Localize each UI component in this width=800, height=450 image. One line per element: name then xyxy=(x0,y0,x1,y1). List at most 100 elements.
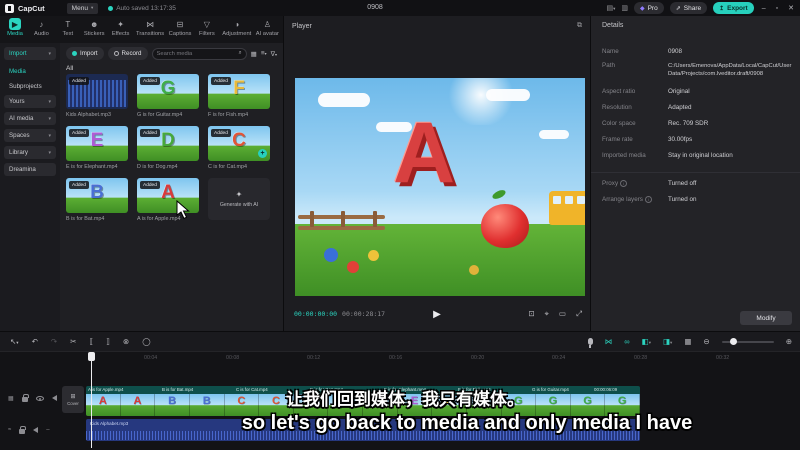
added-badge: Added xyxy=(69,129,89,137)
tab-stickers[interactable]: ☻ Stickers xyxy=(83,18,105,43)
school-bus xyxy=(549,191,585,226)
close-button[interactable]: ✕ xyxy=(786,4,796,12)
panel-toggle-icon[interactable]: ▥ xyxy=(621,4,628,12)
added-badge: Added xyxy=(140,129,160,137)
titlebar: CapCut Menu ▾ Auto saved 13:17:35 0908 ▤… xyxy=(0,0,800,16)
sidebar-item-yours[interactable]: Yours ▾ xyxy=(4,95,56,108)
maximize-button[interactable]: ▫ xyxy=(774,5,780,12)
filter-icon[interactable]: ∇▾ xyxy=(271,50,277,58)
delete-icon[interactable]: ⊗ xyxy=(123,337,129,346)
video-preview[interactable]: A xyxy=(295,78,585,296)
field-label: Imported media xyxy=(602,152,646,159)
mask-icon[interactable]: ◯ xyxy=(142,337,150,346)
field-value: Stay in original location xyxy=(668,152,733,159)
playhead-handle[interactable] xyxy=(88,352,95,361)
added-badge: Added xyxy=(69,181,89,189)
ratio-icon[interactable]: ▭ xyxy=(559,309,566,319)
transitions-icon: ⋈ xyxy=(146,19,155,29)
modify-button[interactable]: Modify xyxy=(740,311,792,325)
fence-post xyxy=(341,210,346,227)
render-preview-icon[interactable]: ◨▾ xyxy=(663,337,672,346)
tab-transitions[interactable]: ⋈ Transitions xyxy=(136,18,164,43)
cloud xyxy=(486,88,531,101)
minimize-button[interactable]: – xyxy=(760,5,768,12)
zoom-slider-knob[interactable] xyxy=(729,338,737,345)
cloud xyxy=(538,130,569,140)
sticker-icon: ☻ xyxy=(90,19,99,29)
focus-icon[interactable]: ⌖ xyxy=(545,309,549,319)
sidebar-item-dreamina[interactable]: Dreamina xyxy=(4,163,56,176)
grid-view-icon[interactable]: ▦ xyxy=(251,50,257,58)
field-label: Name xyxy=(602,48,619,55)
field-label: Proxy i xyxy=(602,180,668,188)
tab-captions[interactable]: ⊟ Captions xyxy=(169,18,192,43)
media-library-panel: Import Record ⌕ ▦ ≡▾ ∇▾ All Added Kids A… xyxy=(60,43,283,331)
info-icon[interactable]: i xyxy=(644,196,652,203)
redo-icon[interactable]: ↷ xyxy=(51,337,57,346)
sidebar-item-media[interactable]: Media xyxy=(4,65,56,78)
media-tile-c-cat[interactable]: C Added + C is for Cat.mp4 xyxy=(208,126,270,170)
chevron-down-icon: ▾ xyxy=(48,50,51,57)
fullscreen-icon[interactable]: ⤢ xyxy=(576,309,582,319)
tab-text[interactable]: T Text xyxy=(57,18,79,43)
tab-filters[interactable]: ▽ Filters xyxy=(196,18,218,43)
sidebar-item-import[interactable]: Import ▾ xyxy=(4,47,56,60)
share-button[interactable]: ⇗ Share xyxy=(669,2,708,14)
preview-quality-icon[interactable]: ▦ xyxy=(684,337,691,346)
add-to-timeline-button[interactable]: + xyxy=(258,149,267,158)
mute-speaker-icon[interactable] xyxy=(33,427,39,433)
menu-button[interactable]: Menu ▾ xyxy=(66,2,99,14)
lock-icon[interactable] xyxy=(19,426,27,434)
auto-link-icon[interactable]: ∞ xyxy=(624,337,629,346)
delete-left-icon[interactable]: ⟦ xyxy=(89,337,93,346)
zoom-in-icon[interactable]: ⊕ xyxy=(786,337,792,346)
pro-button[interactable]: ◆ Pro xyxy=(633,2,664,14)
field-label: Arrange layers i xyxy=(602,196,668,204)
tab-ai-avatar[interactable]: ♙ AI avatar xyxy=(256,18,279,43)
export-button[interactable]: ↥ Export xyxy=(713,2,754,14)
play-button[interactable]: ▶ xyxy=(433,309,441,320)
timeline-ruler[interactable]: 00:04 00:08 00:12 00:16 00:20 00:24 00:2… xyxy=(0,352,800,366)
search-input[interactable] xyxy=(156,50,237,57)
preview-axis-icon[interactable]: ◧▾ xyxy=(642,337,651,346)
sidebar-item-subprojects[interactable]: Subprojects xyxy=(4,80,56,93)
tab-adjustment[interactable]: ◑ Adjustment xyxy=(222,18,251,43)
sidebar-item-library[interactable]: Library ▾ xyxy=(4,146,56,159)
collapse-icon[interactable]: – xyxy=(46,427,49,433)
ball-blue xyxy=(324,248,338,263)
layout-icon[interactable]: ▤▾ xyxy=(606,4,615,12)
split-icon[interactable]: ✂ xyxy=(70,337,76,346)
sidebar-item-spaces[interactable]: Spaces ▾ xyxy=(4,129,56,142)
waveform-icon[interactable]: ≈ xyxy=(8,427,11,433)
select-tool-icon[interactable]: ↖▾ xyxy=(10,337,19,346)
snapshot-icon[interactable]: ⊡ xyxy=(528,309,534,319)
zoom-out-icon[interactable]: ⊖ xyxy=(703,337,709,346)
voiceover-mic-icon[interactable] xyxy=(587,338,593,348)
media-tile-kids-alphabet[interactable]: Added Kids Alphabet.mp3 xyxy=(66,74,128,118)
timeline-zoom-slider[interactable] xyxy=(721,338,774,345)
info-icon[interactable]: i xyxy=(620,180,628,187)
divider xyxy=(591,172,800,173)
sidebar-item-ai-media[interactable]: AI media ▾ xyxy=(4,112,56,125)
tab-media[interactable]: ▶ Media xyxy=(4,18,26,43)
tab-audio[interactable]: ♪ Audio xyxy=(30,18,52,43)
field-label: Path xyxy=(602,62,615,69)
undo-icon[interactable]: ↶ xyxy=(32,337,38,346)
filter-all-label[interactable]: All xyxy=(66,65,73,72)
media-tile-g-guitar[interactable]: G Added G is for Guitar.mp4 xyxy=(137,74,199,118)
generate-with-ai-tile[interactable]: ✦ Generate with AI xyxy=(208,178,270,220)
record-button[interactable]: Record xyxy=(107,47,148,60)
player-detach-icon[interactable]: ⧉ xyxy=(577,22,582,30)
sort-icon[interactable]: ≡▾ xyxy=(261,50,267,57)
import-button[interactable]: Import xyxy=(66,47,104,60)
media-tile-d-dog[interactable]: D Added D is for Dog.mp4 xyxy=(137,126,199,170)
media-tile-f-fish[interactable]: F Added F is for Fish.mp4 xyxy=(208,74,270,118)
media-tile-e-elephant[interactable]: E Added E is for Elephant.mp4 xyxy=(66,126,128,170)
search-box[interactable]: ⌕ xyxy=(151,47,247,60)
magnet-snap-icon[interactable]: ⋈ xyxy=(605,337,613,346)
media-tile-b-bat[interactable]: B Added B is for Bat.mp4 xyxy=(66,178,128,222)
delete-right-icon[interactable]: ⟧ xyxy=(106,337,110,346)
details-title: Details xyxy=(602,22,624,29)
tab-effects[interactable]: ✦ Effects xyxy=(110,18,132,43)
effects-icon: ✦ xyxy=(117,19,124,29)
